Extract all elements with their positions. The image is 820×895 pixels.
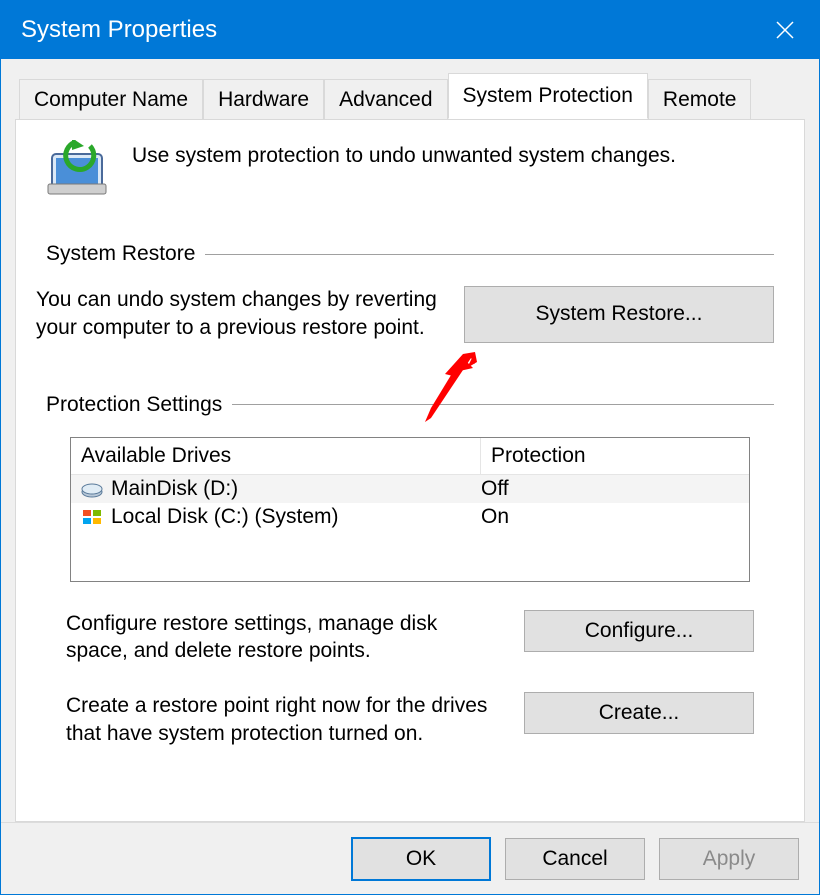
- drives-table-header: Available Drives Protection: [71, 438, 749, 475]
- tab-panel: Use system protection to undo unwanted s…: [15, 119, 805, 822]
- dialog-footer: OK Cancel Apply: [1, 822, 819, 894]
- titlebar: System Properties: [1, 1, 819, 59]
- drives-table: Available Drives Protection MainDisk (D:…: [70, 437, 750, 582]
- section-restore-title: System Restore: [46, 242, 195, 266]
- tab-system-protection[interactable]: System Protection: [448, 73, 648, 119]
- drive-icon: [81, 480, 103, 498]
- tab-container: Computer Name Hardware Advanced System P…: [1, 59, 819, 822]
- tab-remote[interactable]: Remote: [648, 79, 752, 120]
- divider: [205, 254, 774, 255]
- close-button[interactable]: [771, 16, 799, 44]
- configure-desc: Configure restore settings, manage disk …: [66, 610, 504, 665]
- windows-drive-icon: [81, 508, 103, 526]
- intro-row: Use system protection to undo unwanted s…: [46, 140, 774, 202]
- system-protection-icon: [46, 140, 114, 202]
- divider: [232, 404, 774, 405]
- system-restore-button[interactable]: System Restore...: [464, 286, 774, 343]
- create-row: Create a restore point right now for the…: [66, 692, 754, 747]
- intro-text: Use system protection to undo unwanted s…: [132, 140, 676, 168]
- restore-row: You can undo system changes by reverting…: [36, 286, 774, 343]
- close-icon: [775, 20, 795, 40]
- tab-computer-name[interactable]: Computer Name: [19, 79, 203, 120]
- drives-table-body: MainDisk (D:) Off Local Disk: [71, 475, 749, 581]
- tabs-row: Computer Name Hardware Advanced System P…: [15, 73, 805, 119]
- section-protection-title: Protection Settings: [46, 393, 222, 417]
- window-title: System Properties: [21, 16, 217, 44]
- create-desc: Create a restore point right now for the…: [66, 692, 504, 747]
- drive-protection: On: [481, 505, 739, 529]
- section-restore-header: System Restore: [46, 242, 774, 266]
- create-button[interactable]: Create...: [524, 692, 754, 734]
- system-properties-window: System Properties Computer Name Hardware…: [0, 0, 820, 895]
- tab-hardware[interactable]: Hardware: [203, 79, 324, 120]
- column-protection[interactable]: Protection: [481, 438, 749, 474]
- restore-desc: You can undo system changes by reverting…: [36, 286, 454, 343]
- table-row[interactable]: Local Disk (C:) (System) On: [71, 503, 749, 531]
- drive-name: Local Disk (C:) (System): [111, 505, 339, 529]
- drive-name: MainDisk (D:): [111, 477, 238, 501]
- tab-advanced[interactable]: Advanced: [324, 79, 447, 120]
- configure-row: Configure restore settings, manage disk …: [66, 610, 754, 665]
- ok-button[interactable]: OK: [351, 837, 491, 881]
- apply-button[interactable]: Apply: [659, 838, 799, 880]
- cancel-button[interactable]: Cancel: [505, 838, 645, 880]
- configure-button[interactable]: Configure...: [524, 610, 754, 652]
- column-drives[interactable]: Available Drives: [71, 438, 481, 474]
- table-row[interactable]: MainDisk (D:) Off: [71, 475, 749, 503]
- section-protection-header: Protection Settings: [46, 393, 774, 417]
- drive-protection: Off: [481, 477, 739, 501]
